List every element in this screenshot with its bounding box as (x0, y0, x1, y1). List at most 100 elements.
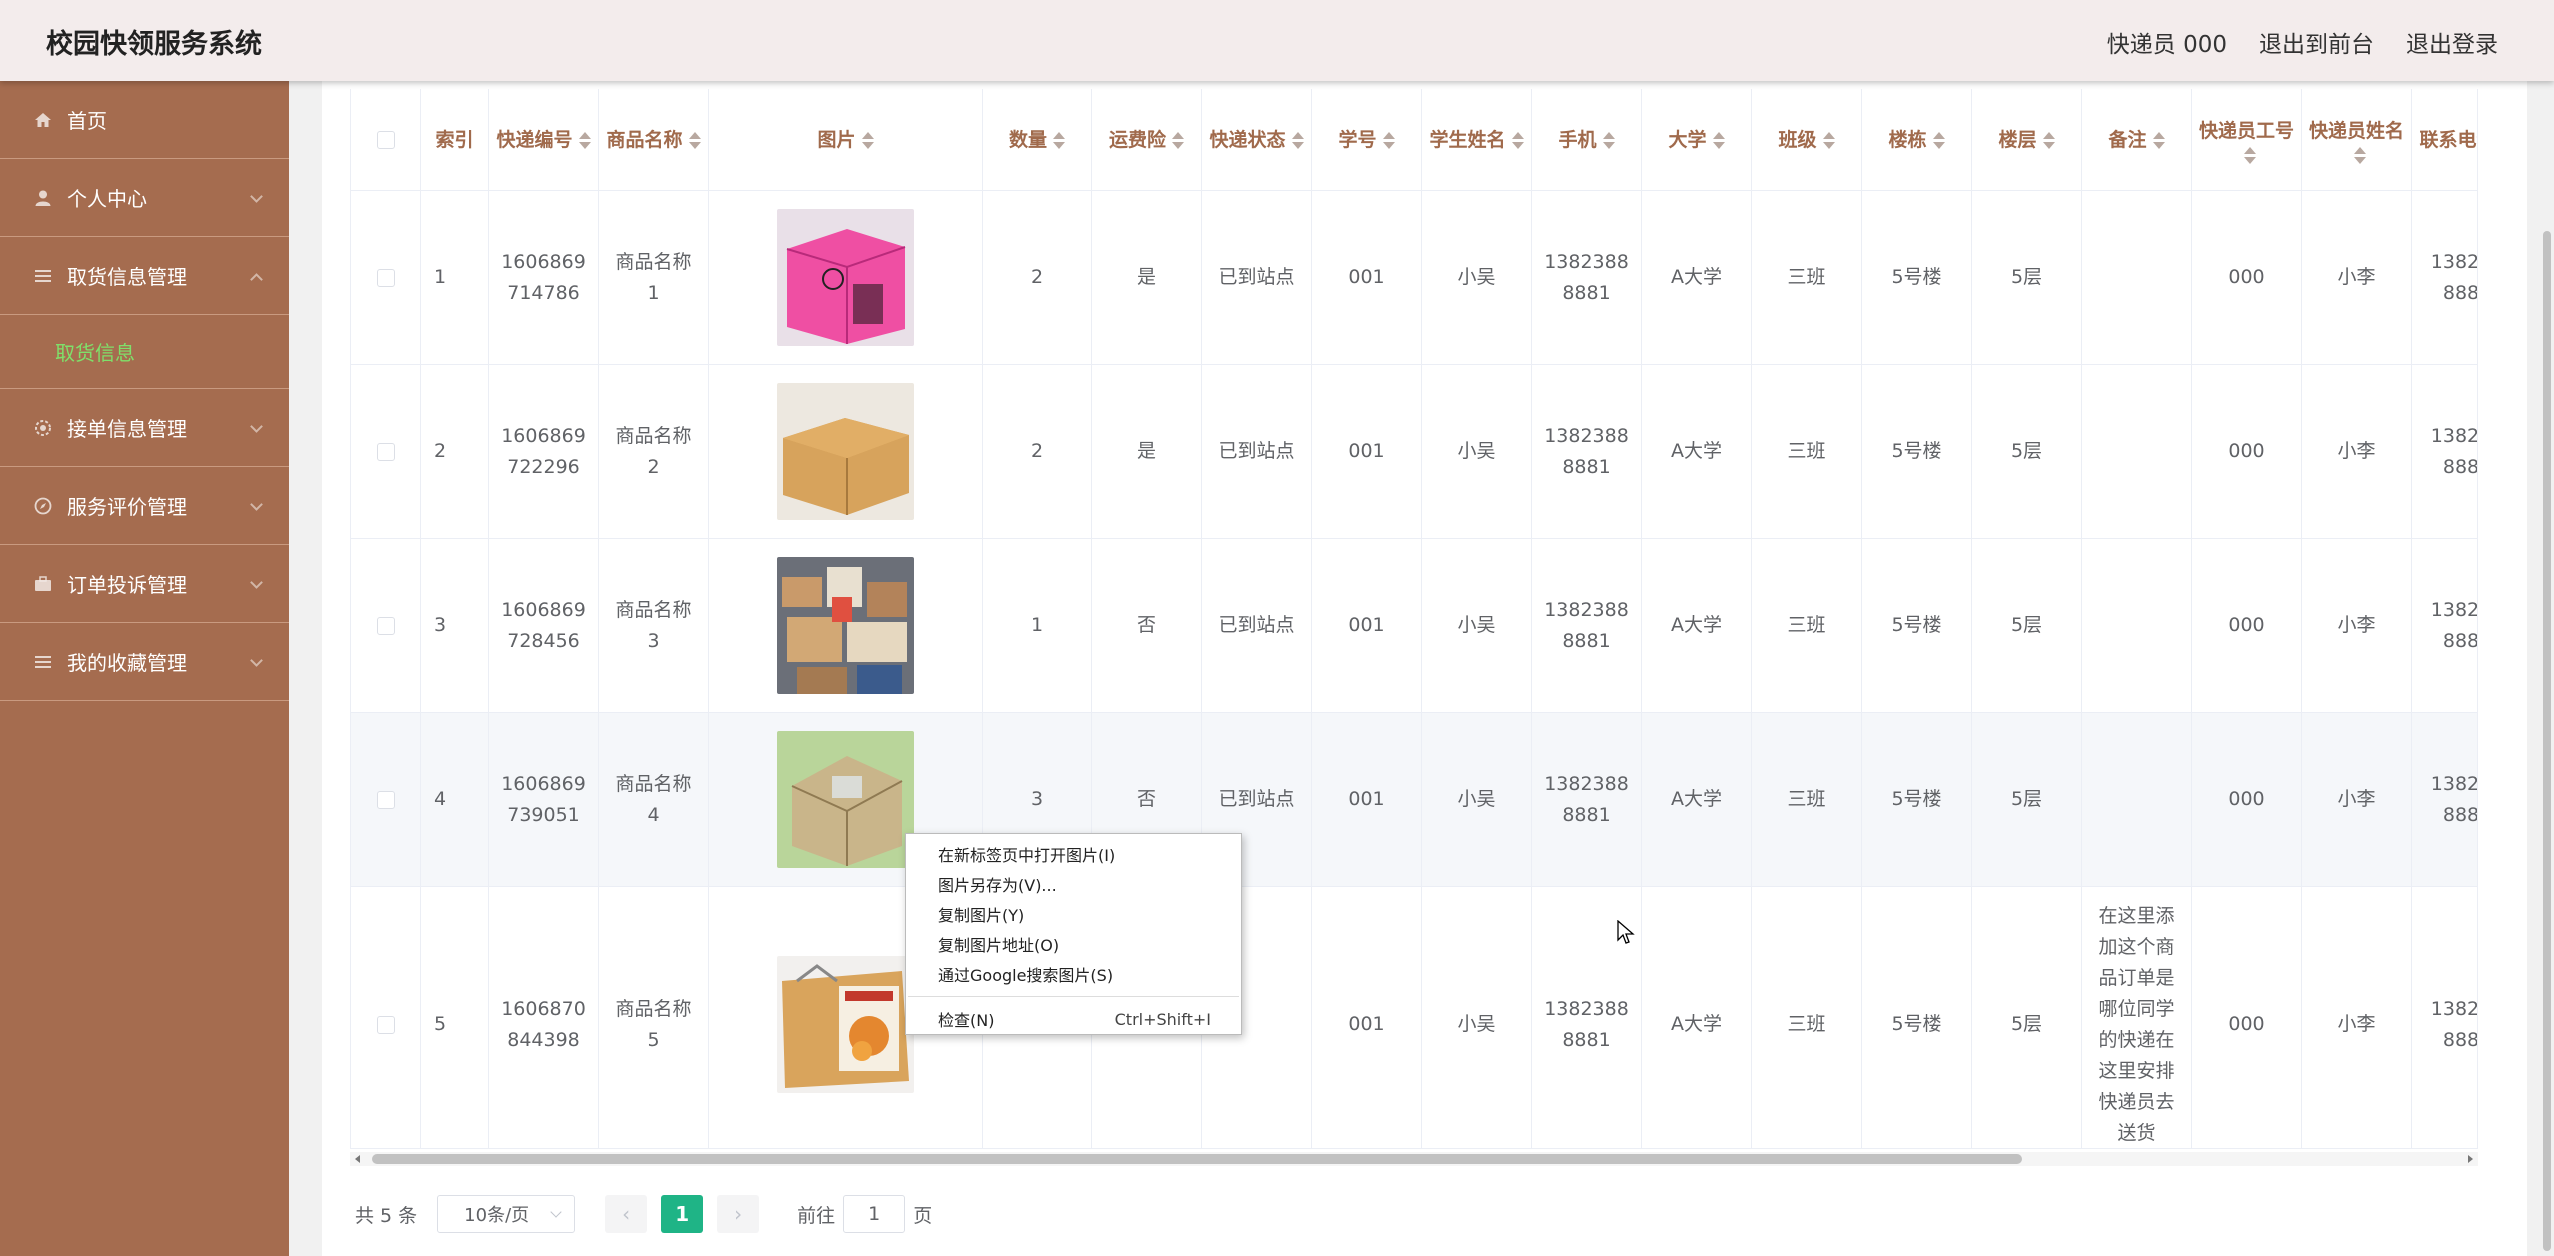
column-header[interactable]: 学号 (1312, 89, 1422, 191)
goto-page-input[interactable]: 1 (843, 1195, 906, 1233)
sort-caret-icon[interactable] (578, 131, 591, 149)
column-header[interactable]: 商品名称 (599, 89, 709, 191)
scrollbar-thumb[interactable] (2543, 231, 2551, 1251)
sort-caret-icon[interactable] (1053, 131, 1065, 149)
product-image[interactable] (777, 731, 914, 868)
sidebar-item-favorites[interactable]: 我的收藏管理 (0, 623, 289, 701)
page-number-current[interactable]: 1 (661, 1195, 704, 1233)
context-menu-item[interactable]: 检查(N) Ctrl+Shift+I (906, 1004, 1241, 1034)
sidebar-item-home[interactable]: 首页 (0, 81, 289, 159)
column-header[interactable]: 楼层 (1972, 89, 2082, 191)
column-header[interactable]: 索引 (421, 89, 489, 191)
next-page-button[interactable]: › (717, 1195, 760, 1233)
table-cell-cno: 000 (2192, 365, 2302, 538)
exit-to-front-link[interactable]: 退出到前台 (2259, 25, 2374, 59)
sort-caret-icon[interactable] (1511, 131, 1524, 149)
column-header-content: 商品名称 (606, 125, 701, 156)
table-row[interactable]: 4 1606869739051 商品名称4 3 否 已到站点 001 小吴 1382388888… (351, 713, 2477, 887)
cell-text: 5层 (2010, 266, 2043, 288)
column-header[interactable]: 手机 (1532, 89, 1642, 191)
column-header[interactable]: 运费险 (1092, 89, 1202, 191)
column-header[interactable]: 班级 (1752, 89, 1862, 191)
column-header[interactable]: 备注 (2082, 89, 2192, 191)
mouse-cursor-icon (1617, 920, 1635, 944)
goto-label: 前往 (797, 1204, 836, 1227)
row-checkbox[interactable] (376, 616, 395, 635)
table-cell-img (709, 365, 983, 538)
product-image[interactable] (777, 956, 914, 1093)
row-checkbox[interactable] (376, 1015, 395, 1034)
sort-caret-icon[interactable] (2353, 147, 2366, 164)
sidebar-item-complaints[interactable]: 订单投诉管理 (0, 545, 289, 623)
sidebar-item-reviews[interactable]: 服务评价管理 (0, 467, 289, 545)
column-header[interactable]: 快递员姓名 (2302, 89, 2412, 191)
context-menu-label: 图片另存为(V)... (938, 876, 1057, 895)
table-cell-cno: 000 (2192, 191, 2302, 364)
column-header-label: 班级 (1778, 128, 1817, 151)
table-cell-cls: 三班 (1752, 887, 1862, 1148)
vertical-scrollbar[interactable] (2540, 81, 2554, 1256)
scrollbar-thumb[interactable] (372, 1154, 2022, 1164)
sidebar-item-orders[interactable]: 接单信息管理 (0, 389, 289, 467)
sort-caret-icon[interactable] (1602, 131, 1615, 149)
row-checkbox[interactable] (376, 442, 395, 461)
column-header[interactable]: 快递状态 (1202, 89, 1312, 191)
prev-page-button[interactable]: ‹ (605, 1195, 648, 1233)
cell-text: 1606869714786 (501, 250, 586, 304)
gear-icon (33, 418, 53, 438)
column-header-content: 快递状态 (1209, 125, 1304, 156)
sort-caret-icon[interactable] (1712, 131, 1725, 149)
column-header[interactable]: 大学 (1642, 89, 1752, 191)
row-checkbox[interactable] (376, 268, 395, 287)
sort-caret-icon[interactable] (861, 131, 874, 149)
column-header[interactable]: 学生姓名 (1422, 89, 1532, 191)
sort-caret-icon[interactable] (688, 131, 701, 149)
row-checkbox[interactable] (376, 790, 395, 809)
logout-link[interactable]: 退出登录 (2406, 25, 2498, 59)
product-image[interactable] (777, 557, 914, 694)
sort-caret-icon[interactable] (2042, 131, 2055, 149)
product-image[interactable] (777, 383, 914, 520)
sort-caret-icon[interactable] (1291, 131, 1304, 149)
sidebar-subitem-pickup-info[interactable]: 取货信息 (0, 315, 289, 389)
table-row[interactable]: 2 1606869722296 商品名称2 2 是 已到站点 001 小吴 1382388888… (351, 365, 2477, 539)
sort-caret-icon[interactable] (2243, 147, 2256, 164)
select-all-checkbox[interactable] (376, 131, 395, 149)
sort-caret-icon[interactable] (1932, 131, 1945, 149)
context-menu-item[interactable]: 通过Google搜索图片(S) (906, 959, 1241, 989)
column-header[interactable]: 快递员工号 (2192, 89, 2302, 191)
sidebar-item-profile[interactable]: 个人中心 (0, 159, 289, 237)
cell-text: A大学 (1671, 614, 1722, 636)
sidebar-item-pickup-info[interactable]: 取货信息管理 (0, 237, 289, 315)
table-row[interactable]: 5 1606870844398 商品名称5 001 小吴 13823888881 A大学 三班… (351, 887, 2477, 1148)
cell-text: 13823888881 (1544, 598, 1629, 652)
column-header[interactable]: 图片 (709, 89, 983, 191)
sort-caret-icon[interactable] (1172, 131, 1184, 149)
horizontal-scrollbar[interactable] (350, 1152, 2478, 1166)
context-menu-item[interactable]: 复制图片(Y) (906, 899, 1241, 929)
column-header[interactable]: 联系电话 (2412, 89, 2477, 191)
column-header[interactable]: 数量 (983, 89, 1092, 191)
table-row[interactable]: 3 1606869728456 商品名称3 1 否 已到站点 001 小吴 1382388888… (351, 539, 2477, 713)
sort-caret-icon[interactable] (2152, 131, 2165, 149)
table-cell-sname: 小吴 (1422, 539, 1532, 712)
pagination: 共 5 条 10条/页 ‹ 1 › 前往 1 页 (355, 1195, 932, 1233)
context-menu-item[interactable]: 图片另存为(V)... (906, 869, 1241, 899)
product-image[interactable] (777, 209, 914, 346)
page-unit-label: 页 (913, 1204, 933, 1227)
cell-text: 否 (1136, 614, 1156, 636)
context-menu-item[interactable]: 在新标签页中打开图片(I) (906, 839, 1241, 869)
cell-text: 小李 (2337, 614, 2376, 636)
scroll-left-icon[interactable] (355, 1155, 360, 1163)
scroll-right-icon[interactable] (2468, 1155, 2473, 1163)
column-header-content: 数量 (1009, 125, 1065, 156)
column-header[interactable]: 楼栋 (1862, 89, 1972, 191)
page-size-select[interactable]: 10条/页 (437, 1195, 576, 1233)
column-header[interactable]: 快递编号 (489, 89, 599, 191)
sort-caret-icon[interactable] (1822, 131, 1835, 149)
context-menu-label: 复制图片地址(O) (938, 936, 1060, 955)
cell-text: 5号楼 (1891, 440, 1942, 462)
table-row[interactable]: 1 1606869714786 商品名称1 2 是 已到站点 001 小吴 1382388888… (351, 191, 2477, 365)
context-menu-item[interactable]: 复制图片地址(O) (906, 929, 1241, 959)
sort-caret-icon[interactable] (1382, 131, 1395, 149)
